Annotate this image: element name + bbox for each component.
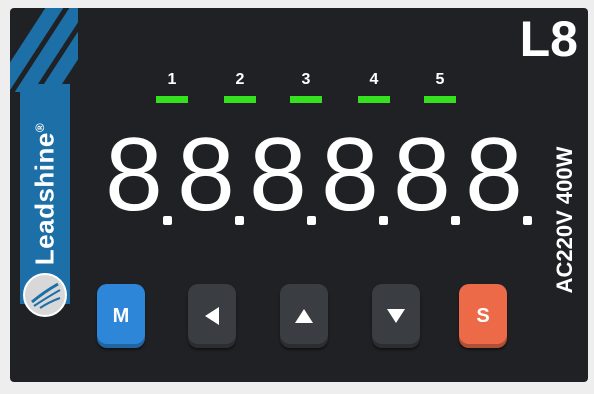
down-button[interactable] [372, 284, 420, 348]
decimal-point [451, 216, 460, 225]
indicator-number: 4 [369, 71, 379, 88]
decimal-point [523, 216, 532, 225]
indicator-5: 5 [424, 72, 456, 103]
display-digit: 8 [249, 120, 319, 230]
digit-glyph: 8 [465, 117, 523, 233]
shift-left-button[interactable] [188, 284, 236, 348]
indicator-number: 5 [435, 71, 445, 88]
indicator-number: 2 [235, 71, 245, 88]
indicator-1: 1 [156, 72, 188, 103]
set-button[interactable]: S [459, 284, 507, 348]
up-button[interactable] [280, 284, 328, 348]
indicator-4: 4 [358, 72, 390, 103]
down-arrow-icon [387, 309, 405, 323]
digit-glyph: 8 [177, 117, 235, 233]
display-digit: 8 [177, 120, 247, 230]
digit-glyph: 8 [321, 117, 379, 233]
decimal-point [235, 216, 244, 225]
display-digit: 8 [321, 120, 391, 230]
decimal-point [307, 216, 316, 225]
brand-stripe: Leadshine® [10, 8, 78, 382]
seven-segment-display: 8 8 8 8 8 8 [105, 120, 550, 238]
display-digit: 8 [393, 120, 463, 230]
set-button-label: S [476, 304, 490, 327]
indicator-led [424, 96, 456, 103]
digit-glyph: 8 [393, 117, 451, 233]
drive-front-panel: Leadshine® L8 AC220V 400W 1 2 3 4 5 8 8 … [10, 8, 588, 382]
registered-mark: ® [32, 122, 47, 133]
digit-glyph: 8 [105, 117, 163, 233]
indicator-led [290, 96, 322, 103]
decimal-point [379, 216, 388, 225]
brand-name: Leadshine® [29, 122, 60, 266]
digit-glyph: 8 [249, 117, 307, 233]
indicator-led [156, 96, 188, 103]
mode-button-label: M [112, 304, 130, 327]
indicator-led [358, 96, 390, 103]
indicator-led [224, 96, 256, 103]
left-arrow-icon [205, 307, 219, 325]
display-digit: 8 [105, 120, 175, 230]
decimal-point [163, 216, 172, 225]
power-rating-label: AC220V 400W [552, 146, 577, 294]
indicator-number: 1 [167, 71, 177, 88]
indicator-number: 3 [301, 71, 311, 88]
leadshine-logo-icon [23, 273, 67, 317]
model-label: L8 [519, 11, 578, 67]
mode-button[interactable]: M [97, 284, 145, 348]
up-arrow-icon [295, 309, 313, 323]
indicator-2: 2 [224, 72, 256, 103]
display-digit: 8 [465, 120, 535, 230]
indicator-3: 3 [290, 72, 322, 103]
